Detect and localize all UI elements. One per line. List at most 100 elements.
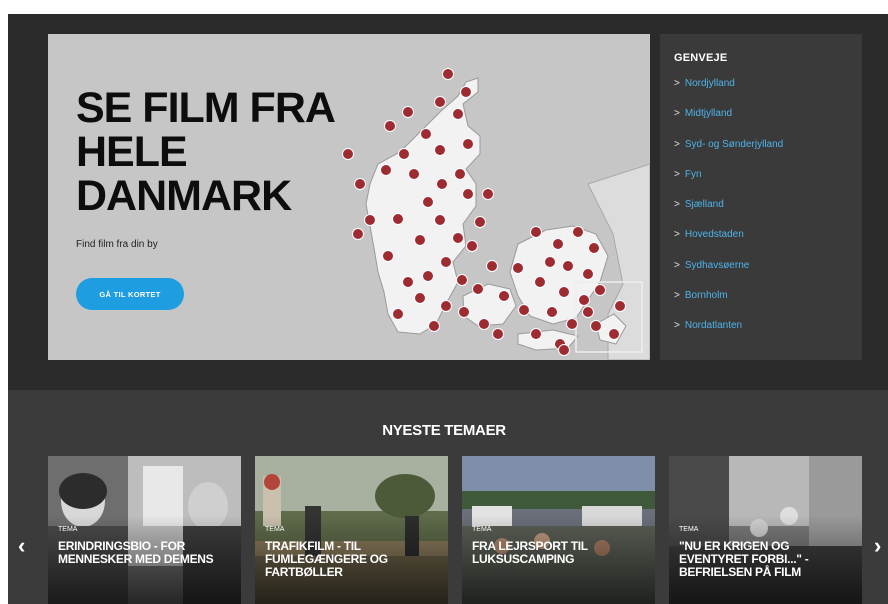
- theme-card[interactable]: TEMA TRAFIKFILM - TIL FUMLEGÆNGERE OG FA…: [255, 456, 448, 604]
- map-pin-icon[interactable]: [462, 138, 474, 150]
- map-pin-icon[interactable]: [582, 268, 594, 280]
- shortcut-label: Nordatlanten: [684, 320, 743, 332]
- shortcut-label: Sjælland: [684, 199, 724, 211]
- map-pin-icon[interactable]: [422, 196, 434, 208]
- map-pin-icon[interactable]: [558, 344, 570, 356]
- map-pin-icon[interactable]: [512, 262, 524, 274]
- map-pin-icon[interactable]: [478, 318, 490, 330]
- map-pin-icon[interactable]: [454, 168, 466, 180]
- chevron-right-icon: >: [674, 78, 680, 89]
- hero-map-banner[interactable]: SE FILM FRA HELE DANMARK Find film fra d…: [48, 34, 650, 360]
- map-pin-icon[interactable]: [384, 120, 396, 132]
- map-pin-icon[interactable]: [452, 232, 464, 244]
- map-pin-icon[interactable]: [392, 213, 404, 225]
- shortcut-label: Fyn: [684, 168, 702, 180]
- map-pin-icon[interactable]: [414, 234, 426, 246]
- map-pin-icon[interactable]: [588, 242, 600, 254]
- map-pin-icon[interactable]: [572, 226, 584, 238]
- map-pin-icon[interactable]: [472, 283, 484, 295]
- shortcut-link[interactable]: > Bornholm: [674, 290, 848, 320]
- map-pin-icon[interactable]: [466, 240, 478, 252]
- shortcut-link[interactable]: > Fyn: [674, 169, 848, 199]
- map-pin-icon[interactable]: [456, 274, 468, 286]
- map-pin-icon[interactable]: [546, 306, 558, 318]
- map-pin-icon[interactable]: [474, 216, 486, 228]
- theme-card[interactable]: TEMA FRA LEJRSPORT TIL LUKSUSCAMPING: [462, 456, 655, 604]
- map-pin-icon[interactable]: [530, 328, 542, 340]
- map-pin-icon[interactable]: [518, 304, 530, 316]
- map-pin-icon[interactable]: [402, 106, 414, 118]
- carousel-next-icon[interactable]: ›: [874, 533, 881, 559]
- map-pin-icon[interactable]: [594, 284, 606, 296]
- map-pin-icon[interactable]: [434, 214, 446, 226]
- map-pin-icon[interactable]: [458, 306, 470, 318]
- map-pin-icon[interactable]: [434, 96, 446, 108]
- shortcut-link[interactable]: > Sjælland: [674, 199, 848, 229]
- map-pin-icon[interactable]: [460, 86, 472, 98]
- map-pin-icon[interactable]: [440, 256, 452, 268]
- map-pin-icon[interactable]: [552, 238, 564, 250]
- map-pin-icon[interactable]: [562, 260, 574, 272]
- hero-title-line: DANMARK: [76, 172, 292, 220]
- carousel-prev-icon[interactable]: ‹: [18, 533, 25, 559]
- map-pin-icon[interactable]: [492, 328, 504, 340]
- map-pin-icon[interactable]: [558, 286, 570, 298]
- shortcut-link[interactable]: > Nordatlanten: [674, 320, 848, 350]
- map-pin-icon[interactable]: [420, 128, 432, 140]
- shortcut-link[interactable]: > Midtjylland: [674, 108, 848, 138]
- map-pin-icon[interactable]: [566, 318, 578, 330]
- map-pin-icon[interactable]: [408, 168, 420, 180]
- map-pin-icon[interactable]: [352, 228, 364, 240]
- shortcut-label: Nordjylland: [684, 78, 735, 89]
- map-pin-icon[interactable]: [590, 320, 602, 332]
- card-tag: TEMA: [58, 526, 78, 533]
- map-pin-icon[interactable]: [578, 294, 590, 306]
- map-pin-icon[interactable]: [530, 226, 542, 238]
- theme-card[interactable]: TEMA ERINDRINGSBIO - FOR MENNESKER MED D…: [48, 456, 241, 604]
- map-pin-icon[interactable]: [462, 188, 474, 200]
- map-pin-icon[interactable]: [436, 178, 448, 190]
- card-tag: TEMA: [472, 526, 492, 533]
- map-pin-icon[interactable]: [392, 308, 404, 320]
- go-to-map-button[interactable]: GÅ TIL KORTET: [76, 278, 184, 310]
- map-pin-icon[interactable]: [608, 328, 620, 340]
- map-pin-icon[interactable]: [440, 300, 452, 312]
- map-pin-icon[interactable]: [544, 256, 556, 268]
- chevron-right-icon: >: [674, 138, 680, 150]
- map-pin-icon[interactable]: [442, 68, 454, 80]
- card-title: ERINDRINGSBIO - FOR MENNESKER MED DEMENS: [58, 539, 214, 566]
- chevron-right-icon: >: [674, 259, 680, 271]
- shortcut-label: Sydhavsøerne: [684, 259, 750, 271]
- map-pin-icon[interactable]: [414, 292, 426, 304]
- map-pin-icon[interactable]: [534, 276, 546, 288]
- hero-subtitle: Find film fra din by: [76, 239, 158, 250]
- map-pin-icon[interactable]: [364, 214, 376, 226]
- theme-card[interactable]: TEMA "NU ER KRIGEN OG EVENTYRET FORBI...…: [669, 456, 862, 604]
- map-pin-icon[interactable]: [582, 306, 594, 318]
- shortcut-label: Syd- og Sønderjylland: [684, 138, 784, 150]
- map-pin-icon[interactable]: [452, 108, 464, 120]
- shortcut-label: Midtjylland: [684, 108, 733, 120]
- map-pin-icon[interactable]: [614, 300, 626, 312]
- shortcut-link[interactable]: > Syd- og Sønderjylland: [674, 139, 848, 169]
- map-pin-icon[interactable]: [486, 260, 498, 272]
- map-pin-icon[interactable]: [434, 144, 446, 156]
- map-pin-icon[interactable]: [402, 276, 414, 288]
- chevron-right-icon: >: [674, 320, 680, 332]
- map-pin-icon[interactable]: [342, 148, 354, 160]
- map-pin-icon[interactable]: [422, 270, 434, 282]
- map-pin-icon[interactable]: [498, 290, 510, 302]
- card-title: "NU ER KRIGEN OG EVENTYRET FORBI..." - B…: [679, 539, 809, 579]
- shortcut-link[interactable]: > Hovedstaden: [674, 229, 848, 259]
- card-title: FRA LEJRSPORT TIL LUKSUSCAMPING: [472, 539, 588, 566]
- shortcuts-title: GENVEJE: [674, 52, 728, 64]
- map-pin-icon[interactable]: [428, 320, 440, 332]
- map-pin-icon[interactable]: [380, 164, 392, 176]
- map-pin-icon[interactable]: [482, 188, 494, 200]
- shortcut-link[interactable]: > Nordjylland: [674, 78, 848, 108]
- map-pin-icon[interactable]: [398, 148, 410, 160]
- map-pin-icon[interactable]: [354, 178, 366, 190]
- map-pin-icon[interactable]: [382, 250, 394, 262]
- shortcut-link[interactable]: > Sydhavsøerne: [674, 260, 848, 290]
- chevron-right-icon: >: [674, 229, 680, 241]
